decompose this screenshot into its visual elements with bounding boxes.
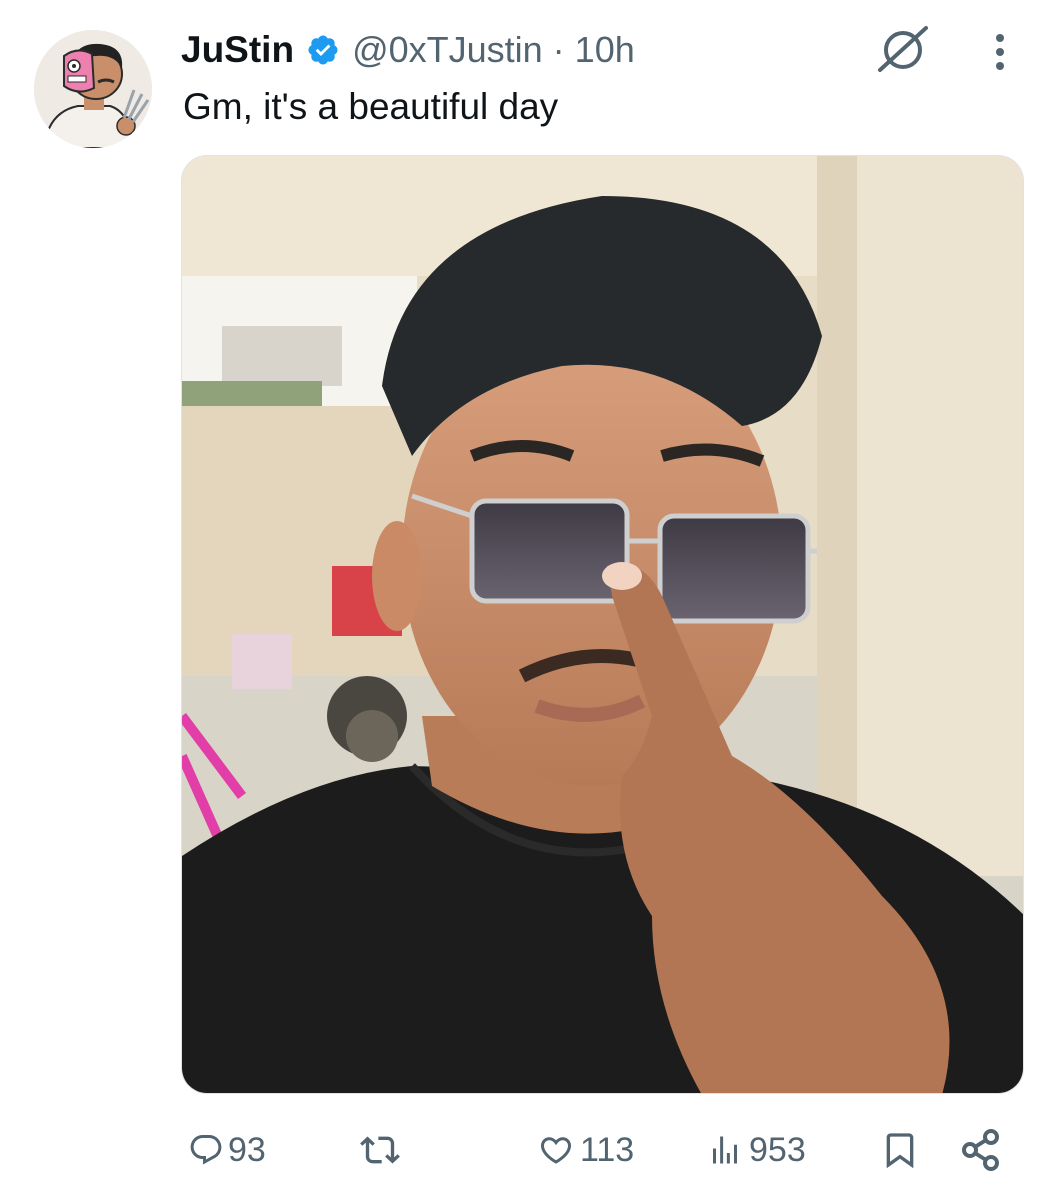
more-icon[interactable] (986, 30, 1014, 74)
views-icon (713, 1136, 737, 1164)
like-icon (540, 1137, 572, 1164)
grok-icon[interactable] (876, 24, 930, 74)
timestamp[interactable]: 10h (575, 29, 635, 71)
bookmark-button[interactable] (880, 1120, 920, 1180)
views-count: 953 (749, 1130, 806, 1169)
reply-icon (190, 1135, 222, 1165)
author-name[interactable]: JuStin (181, 29, 294, 71)
retweet-icon (360, 1136, 400, 1164)
like-count: 113 (580, 1130, 635, 1169)
avatar[interactable] (34, 30, 152, 148)
views-button[interactable]: 953 (705, 1120, 806, 1180)
verified-badge-icon (306, 33, 340, 67)
reply-count: 93 (228, 1130, 266, 1169)
bookmark-icon (886, 1133, 914, 1169)
action-bar: 93 113 953 (0, 1120, 1059, 1180)
share-button[interactable] (960, 1120, 1002, 1180)
retweet-button[interactable] (356, 1120, 404, 1180)
reply-button[interactable]: 93 (188, 1120, 266, 1180)
author-handle[interactable]: @0xTJustin (352, 29, 543, 71)
separator-dot: · (552, 29, 565, 70)
like-button[interactable]: 113 (536, 1120, 634, 1180)
tweet-photo[interactable] (181, 155, 1024, 1094)
tweet-text: Gm, it's a beautiful day (183, 86, 559, 127)
share-icon (962, 1129, 999, 1171)
tweet-header: JuStin @0xTJustin · 10h (181, 26, 635, 74)
